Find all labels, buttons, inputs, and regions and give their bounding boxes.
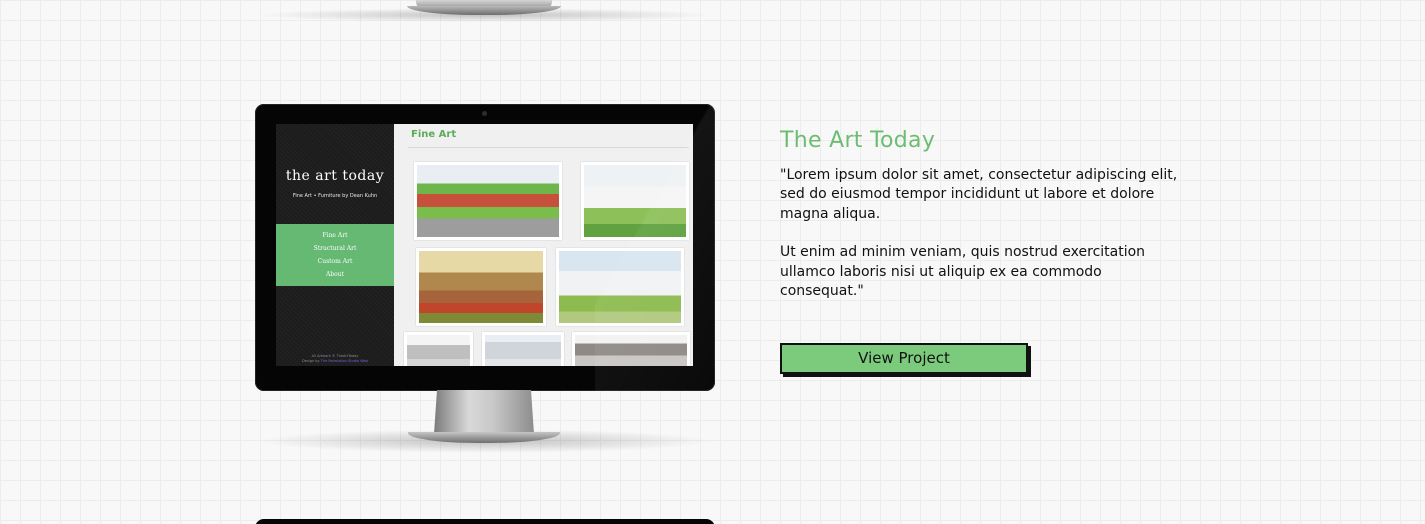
preview-footer: All Artwork © TheArtToday Design by The …	[276, 354, 394, 364]
preview-footer-prefix: Design by	[302, 359, 320, 363]
preview-nav-item: Structural Art	[313, 245, 357, 252]
artwork-thumbnail	[581, 162, 689, 240]
project-monitor: the art today Fine Art • Furniture by De…	[255, 104, 715, 391]
preview-tagline: Fine Art • Furniture by Dean Kuhn	[292, 193, 378, 199]
preview-main: Fine Art	[394, 124, 693, 366]
project-description-paragraph: "Lorem ipsum dolor sit amet, consectetur…	[780, 167, 1178, 222]
preview-section-heading: Fine Art	[411, 129, 457, 140]
preview-nav-item: Custom Art	[317, 258, 353, 265]
preview-sidebar: the art today Fine Art • Furniture by De…	[276, 124, 394, 366]
preview-nav: Fine Art Structural Art Custom Art About	[276, 224, 394, 286]
artwork-thumbnail	[416, 248, 546, 326]
view-project-button[interactable]: View Project	[780, 343, 1028, 374]
project-description: "Lorem ipsum dolor sit amet, consectetur…	[780, 166, 1180, 320]
preview-footer-line: Design by The Revolution Studio Web	[276, 359, 394, 364]
camera-icon	[482, 111, 487, 116]
artwork-thumbnail	[556, 248, 684, 326]
project-title: The Art Today	[780, 128, 936, 153]
monitor-stand	[434, 390, 534, 434]
artwork-thumbnail	[572, 332, 690, 366]
website-preview-screenshot[interactable]: the art today Fine Art • Furniture by De…	[276, 124, 693, 366]
preview-nav-item: About	[325, 271, 345, 278]
preview-divider	[408, 147, 689, 148]
preview-logo: the art today	[285, 168, 385, 184]
preview-footer-link: The Revolution Studio Web	[320, 359, 368, 363]
artwork-thumbnail	[482, 332, 564, 366]
preview-nav-item: Fine Art	[322, 232, 348, 239]
project-description-paragraph: Ut enim ad minim veniam, quis nostrud ex…	[780, 244, 1146, 300]
artwork-thumbnail	[404, 332, 473, 366]
artwork-thumbnail	[414, 162, 562, 240]
next-project-monitor	[255, 519, 715, 524]
